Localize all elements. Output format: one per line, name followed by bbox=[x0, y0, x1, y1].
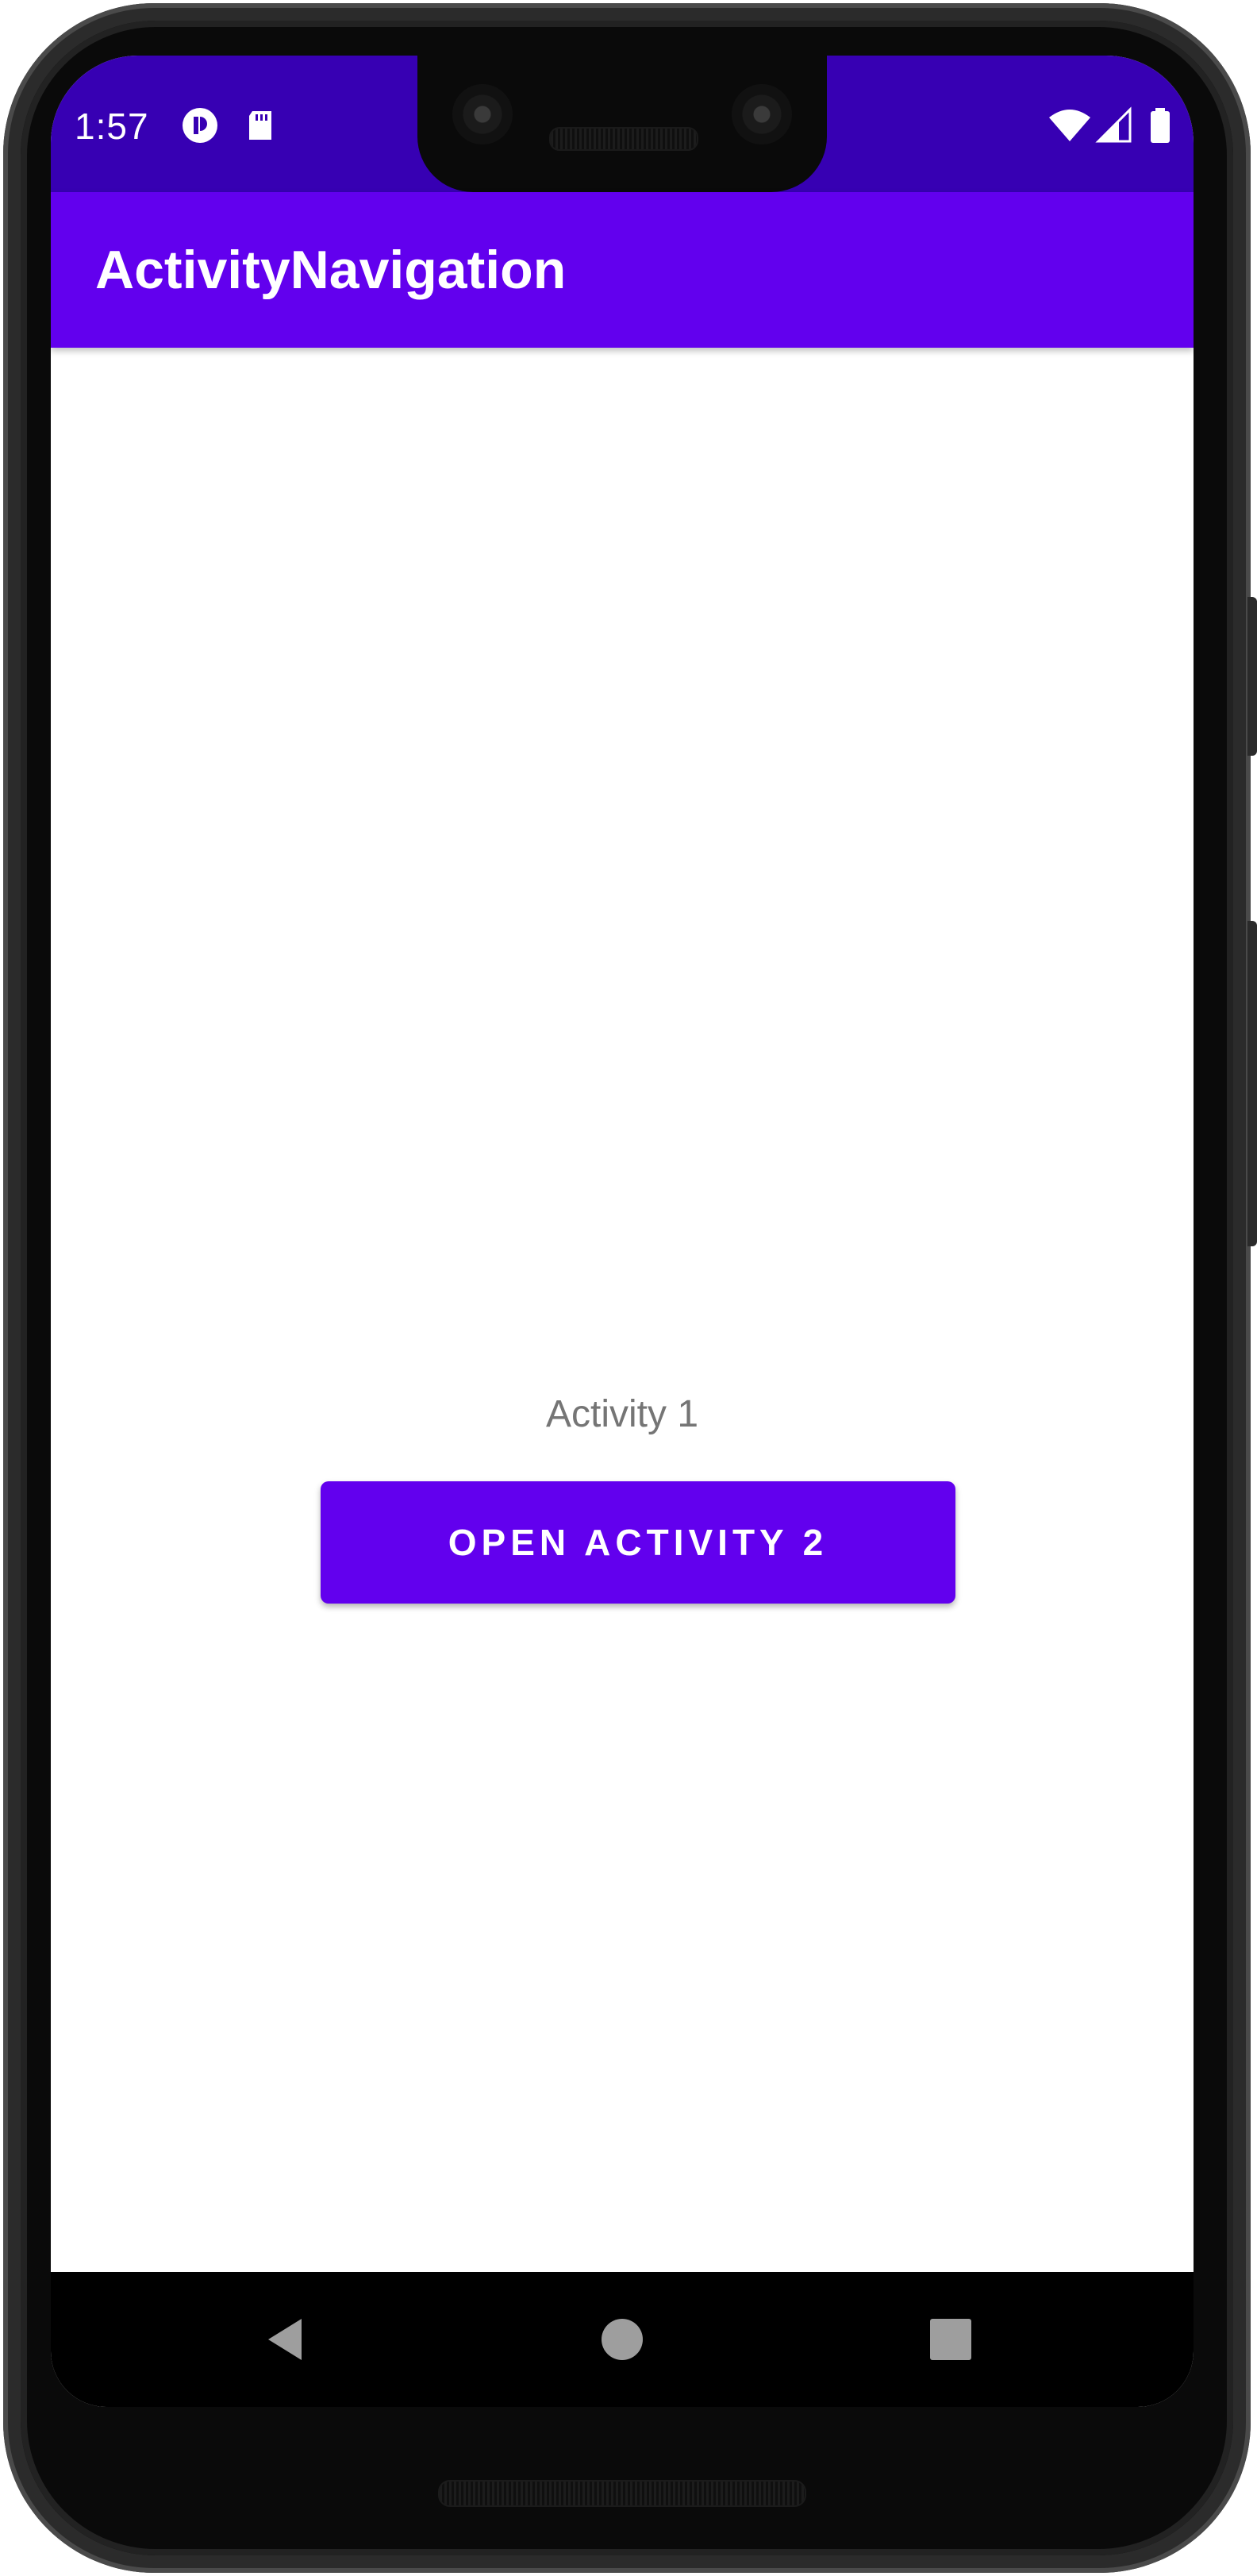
activity-label: Activity 1 bbox=[545, 1393, 699, 1435]
cast-icon bbox=[183, 108, 217, 143]
home-icon bbox=[602, 2319, 643, 2360]
recents-icon bbox=[930, 2319, 971, 2360]
open-activity-2-button-label: OPEN ACTIVITY 2 bbox=[448, 1522, 828, 1563]
front-camera-icon bbox=[452, 84, 513, 144]
back-icon bbox=[268, 2319, 302, 2360]
status-time: 1:57 bbox=[75, 106, 149, 147]
status-bar: 1:57 bbox=[51, 56, 1194, 192]
volume-button bbox=[1247, 921, 1257, 1246]
cellular-signal-icon bbox=[1095, 106, 1132, 143]
home-button[interactable] bbox=[582, 2300, 662, 2379]
bottom-speaker-grille bbox=[438, 2480, 806, 2507]
front-camera-icon bbox=[732, 84, 792, 144]
wifi-icon bbox=[1049, 110, 1090, 141]
recents-button[interactable] bbox=[911, 2300, 990, 2379]
app-bar: ActivityNavigation bbox=[51, 192, 1194, 348]
display-notch bbox=[417, 56, 827, 192]
power-button bbox=[1247, 597, 1257, 756]
phone-frame: 1:57 ActivityNavigation Activity 1 OPEN … bbox=[0, 0, 1257, 2576]
open-activity-2-button[interactable]: OPEN ACTIVITY 2 bbox=[321, 1481, 955, 1604]
app-title: ActivityNavigation bbox=[95, 240, 567, 300]
battery-icon bbox=[1151, 108, 1170, 143]
sd-card-icon bbox=[249, 111, 271, 140]
earpiece-speaker bbox=[549, 127, 698, 151]
navigation-bar bbox=[51, 2272, 1194, 2407]
back-button[interactable] bbox=[248, 2300, 327, 2379]
screen: 1:57 ActivityNavigation Activity 1 OPEN … bbox=[51, 56, 1194, 2407]
